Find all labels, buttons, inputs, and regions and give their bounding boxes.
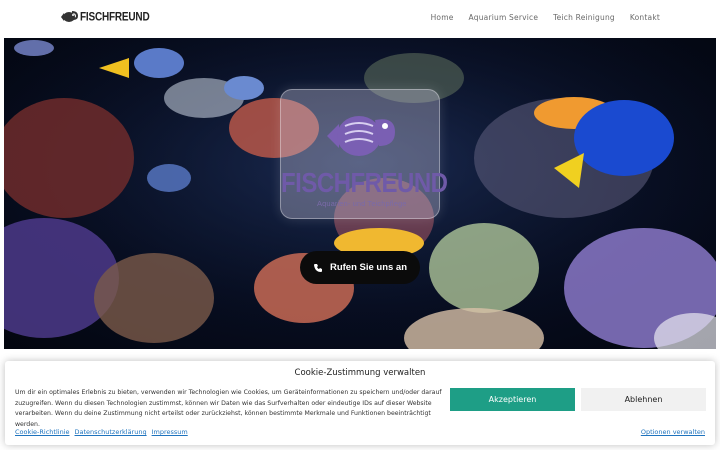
cookie-description: Um dir ein optimales Erlebnis zu bieten,… [15,389,442,428]
manage-options-link[interactable]: Optionen verwalten [641,428,705,436]
nav-item-teich-reinigung[interactable]: Teich Reinigung [553,13,615,22]
deny-cookies-button[interactable]: Ablehnen [581,388,706,411]
call-us-label: Rufen Sie uns an [329,262,408,273]
site-header: FISCHFREUND Home Aquarium Service Teich … [0,0,720,37]
logo-text: FISCHFREUND [80,10,150,24]
fish-mascot-icon [327,116,395,156]
nav-item-kontakt[interactable]: Kontakt [630,13,660,22]
main-nav: Home Aquarium Service Teich Reinigung Ko… [431,13,660,22]
fish-logo-icon [61,11,78,22]
link-cookie-policy[interactable]: Cookie-Richtlinie [15,428,70,436]
phone-icon [313,263,322,272]
nav-item-aquarium-service[interactable]: Aquarium Service [469,13,539,22]
link-imprint[interactable]: Impressum [152,428,188,436]
site-logo[interactable]: FISCHFREUND [60,10,150,24]
cookie-title: Cookie-Zustimmung verwalten [294,368,426,378]
cookie-links: Cookie-Richtlinie Datenschutzerklärung I… [15,428,188,436]
brand-logo-card: FISCHFREUND Aquarien- und Teichpflege [280,89,448,219]
accept-cookies-button[interactable]: Akzeptieren [450,388,575,411]
nav-item-home[interactable]: Home [431,13,454,22]
brand-title: FISCHFREUND [281,167,448,199]
cookie-consent-banner: Cookie-Zustimmung verwalten Um dir ein o… [5,361,715,445]
call-us-button[interactable]: Rufen Sie uns an [300,251,420,284]
link-privacy-policy[interactable]: Datenschutzerklärung [75,428,147,436]
hero-section: FISCHFREUND Aquarien- und Teichpflege Ru… [4,38,716,349]
brand-subtitle: Aquarien- und Teichpflege [317,199,407,208]
